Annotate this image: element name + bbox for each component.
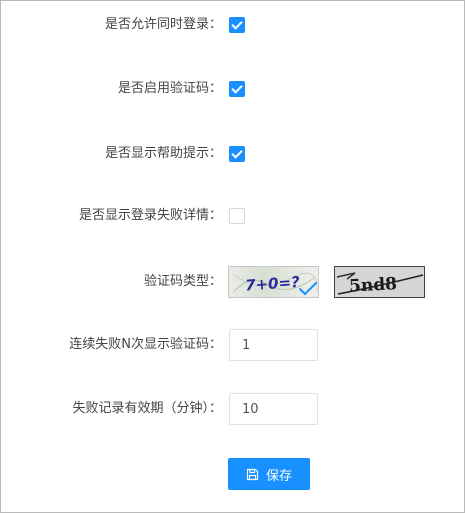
show-help-hint-checkbox[interactable] — [229, 146, 245, 162]
failure-record-validity-row: 失败记录有效期（分钟）： — [1, 393, 464, 425]
enable-captcha-label: 是否启用验证码： — [117, 81, 222, 96]
captcha-type-label: 验证码类型： — [143, 274, 222, 289]
captcha-arithmetic-text: 7+0=? — [245, 273, 301, 295]
allow-concurrent-login-checkbox[interactable] — [229, 17, 245, 33]
captcha-after-failures-input[interactable] — [229, 329, 318, 361]
allow-concurrent-login-label: 是否允许同时登录： — [104, 17, 222, 32]
show-help-hint-label: 是否显示帮助提示： — [104, 146, 222, 161]
captcha-option-characters[interactable]: 5nd8 — [334, 266, 425, 298]
failure-record-validity-label: 失败记录有效期（分钟）： — [72, 401, 222, 416]
save-button-label: 保存 — [265, 468, 292, 484]
captcha-characters-image: 5nd8 — [335, 267, 424, 297]
settings-panel: 是否允许同时登录： 是否启用验证码： 是否显示帮助提示： 是否显示登录失败详情：… — [0, 0, 465, 513]
save-button[interactable]: 保存 — [228, 458, 310, 490]
show-login-failure-details-label: 是否显示登录失败详情： — [78, 208, 222, 223]
allow-concurrent-login-row: 是否允许同时登录： — [1, 9, 464, 41]
enable-captcha-row: 是否启用验证码： — [1, 73, 464, 105]
show-login-failure-details-row: 是否显示登录失败详情： — [1, 200, 464, 232]
enable-captcha-checkbox[interactable] — [229, 81, 245, 97]
show-login-failure-details-checkbox[interactable] — [229, 208, 245, 224]
captcha-type-row: 验证码类型： 7+0=? 5nd8 — [1, 266, 464, 298]
save-icon — [246, 468, 259, 480]
selected-check-icon — [299, 282, 317, 296]
captcha-characters-text: 5nd8 — [349, 274, 398, 296]
captcha-after-failures-label: 连续失败N次显示验证码： — [69, 337, 222, 352]
show-help-hint-row: 是否显示帮助提示： — [1, 138, 464, 170]
failure-record-validity-input[interactable] — [229, 393, 318, 425]
captcha-option-arithmetic[interactable]: 7+0=? — [228, 266, 319, 298]
captcha-after-failures-row: 连续失败N次显示验证码： — [1, 329, 464, 361]
